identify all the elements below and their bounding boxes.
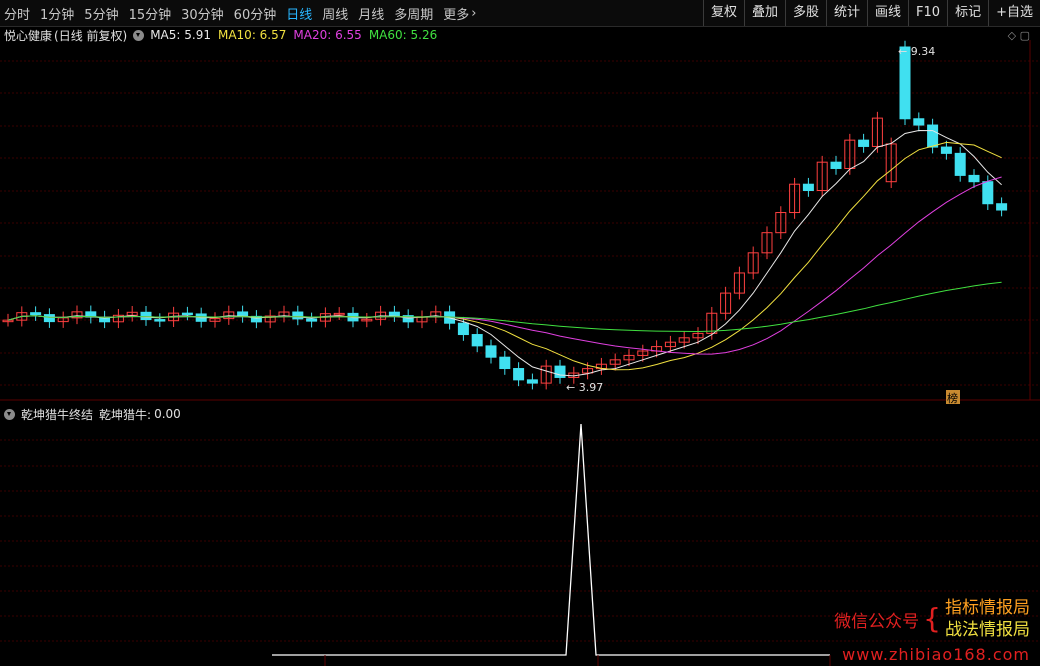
candle-body bbox=[306, 318, 318, 322]
candle-body bbox=[485, 345, 497, 358]
candle-body bbox=[181, 312, 193, 316]
indicator-line bbox=[272, 423, 830, 656]
candle-body bbox=[154, 319, 166, 322]
candle-body bbox=[471, 334, 483, 347]
candle-body bbox=[996, 203, 1008, 211]
candle-body bbox=[499, 356, 511, 370]
candle-body bbox=[858, 139, 870, 147]
candle-body bbox=[526, 379, 538, 384]
low-price-label: ← 3.97 bbox=[566, 381, 603, 394]
kline-chart[interactable]: ← 9.34 ← 3.97 榜 bbox=[0, 0, 1040, 666]
candle-body bbox=[954, 152, 966, 176]
badge-label: 榜 bbox=[947, 391, 958, 405]
indicator-value-label: 乾坤猎牛: bbox=[99, 407, 152, 422]
ma20-line bbox=[7, 176, 1002, 355]
dropdown-circle-icon[interactable] bbox=[4, 408, 15, 420]
candle-body bbox=[927, 124, 939, 148]
indicator-name[interactable]: 乾坤猎牛终结 bbox=[21, 406, 93, 423]
candle-body bbox=[830, 161, 842, 169]
candle-body bbox=[43, 314, 55, 323]
high-price-label: ← 9.34 bbox=[898, 45, 935, 58]
watermark-line1: 指标情报局 bbox=[945, 598, 1030, 618]
candle-body bbox=[30, 312, 42, 316]
candle-body bbox=[457, 322, 469, 336]
candle-body bbox=[140, 311, 152, 321]
candle-body bbox=[913, 118, 925, 126]
candle-body bbox=[554, 365, 566, 378]
watermark-url: www.zhibiao168.com bbox=[842, 645, 1030, 664]
candle-body bbox=[388, 311, 400, 317]
watermark-left: 微信公众号 bbox=[834, 611, 920, 632]
watermark: 微信公众号 { 指标情报局 战法情报局 www.zhibiao168.com bbox=[834, 598, 1030, 664]
watermark-line2: 战法情报局 bbox=[945, 620, 1030, 640]
sub-info-bar: 乾坤猎牛终结 乾坤猎牛: 0.00 bbox=[4, 405, 187, 423]
candle-body bbox=[968, 174, 980, 183]
candle-body bbox=[982, 181, 994, 205]
candle-body bbox=[802, 183, 814, 192]
ma5-line bbox=[7, 129, 1002, 377]
candle-body bbox=[513, 368, 525, 381]
candle-body bbox=[237, 311, 249, 317]
candle-body bbox=[940, 146, 952, 154]
candle-body bbox=[292, 311, 304, 320]
indicator-value: 0.00 bbox=[154, 407, 181, 421]
